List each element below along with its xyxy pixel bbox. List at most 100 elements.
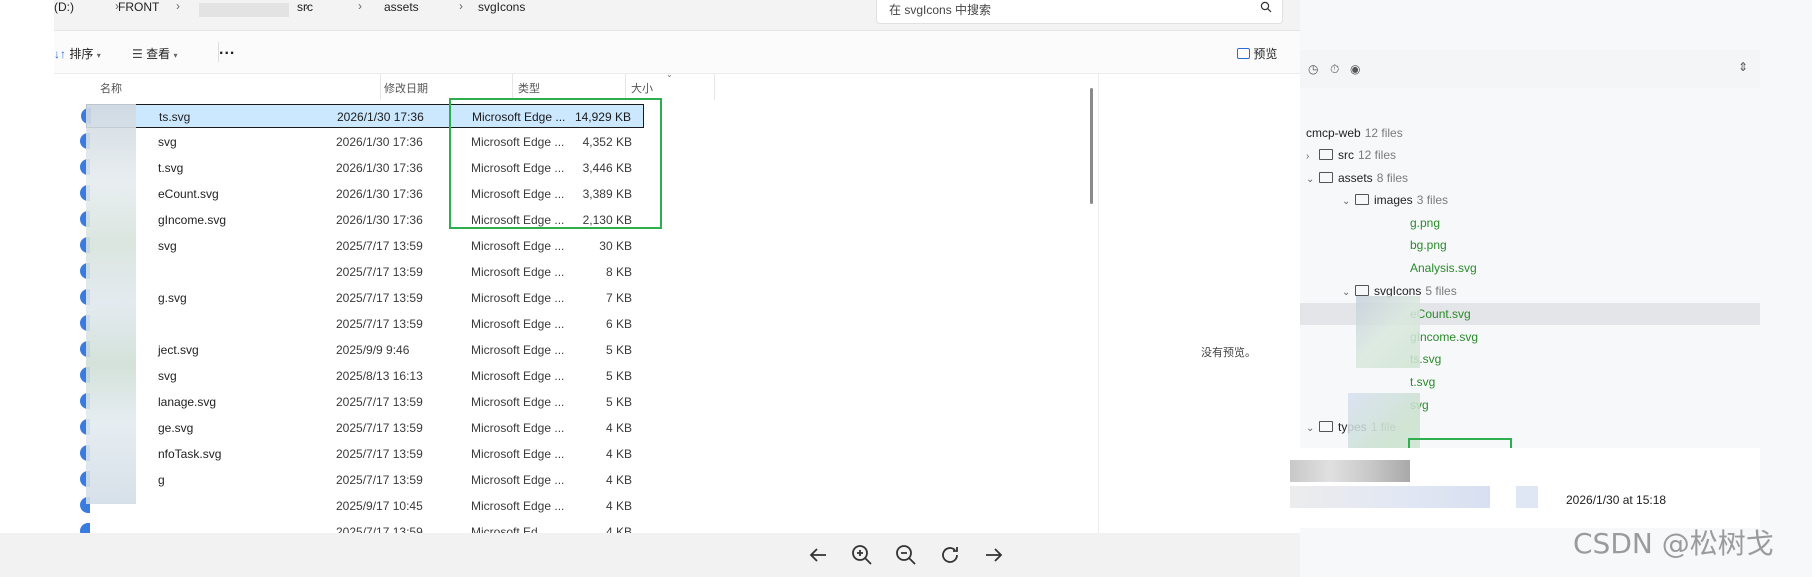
file-type: Microsoft Edge ... <box>471 291 565 305</box>
chevron-down-icon[interactable]: › <box>1306 151 1316 162</box>
column-size[interactable]: 大小 <box>631 80 653 96</box>
no-preview-text: 没有预览。 <box>1201 347 1256 359</box>
tree-folder[interactable]: ⌄ images 3 files <box>1342 193 1448 207</box>
file-row[interactable]: nfoTask.svg 2025/7/17 13:59 Microsoft Edge… <box>80 442 644 466</box>
file-row[interactable]: svg 2025/8/13 16:13 Microsoft Edge ... 5 KB <box>80 364 644 388</box>
arrow-left-icon[interactable] <box>806 543 830 567</box>
file-date: 2026/1/30 17:36 <box>336 187 423 201</box>
column-divider[interactable] <box>625 74 626 100</box>
file-name: svg <box>158 135 177 149</box>
file-name: nfoTask.svg <box>158 447 222 461</box>
file-date: 2025/7/17 13:59 <box>336 421 423 435</box>
tree-folder[interactable]: cmcp-web 12 files <box>1306 126 1403 140</box>
chevron-down-icon[interactable]: ⌄ <box>1306 423 1316 434</box>
file-name: svg <box>158 369 177 383</box>
file-name: t.svg <box>158 161 184 175</box>
tree-file[interactable]: g.png <box>1410 216 1440 230</box>
csdn-watermark: CSDN @松树戈 <box>1573 527 1774 560</box>
ide-toolbar: ◷ ⏱ ◉ ⇕ <box>1300 50 1760 89</box>
redacted-folder <box>199 3 289 17</box>
rotate-icon[interactable] <box>938 543 962 567</box>
tree-file[interactable]: Analysis.svg <box>1410 261 1477 275</box>
chevron-down-icon[interactable]: ⌄ <box>1342 196 1352 207</box>
file-row[interactable]: 2025/9/17 10:45 Microsoft Edge ... 4 KB <box>80 494 644 518</box>
file-type: Microsoft Edge ... <box>471 265 565 279</box>
chevron-down-icon: ▾ <box>96 51 101 60</box>
zoom-in-icon[interactable] <box>850 543 874 567</box>
redacted-image-names <box>1356 296 1420 368</box>
file-count: 8 files <box>1376 171 1409 185</box>
tree-folder[interactable]: ⌄ assets 8 files <box>1306 171 1408 185</box>
clock-icon[interactable]: ⏱ <box>1330 62 1339 77</box>
more-options-button[interactable]: ... <box>219 41 235 59</box>
file-count: 3 files <box>1416 193 1449 207</box>
column-divider[interactable] <box>714 74 715 100</box>
file-type: Microsoft Edge ... <box>471 447 565 461</box>
file-size: 5 KB <box>605 395 632 409</box>
preview-pane: 没有预览。 <box>1098 74 1300 533</box>
folder-icon <box>1319 421 1333 432</box>
folder-icon <box>1355 194 1369 205</box>
arrow-right-icon[interactable] <box>982 543 1006 567</box>
column-name[interactable]: 名称 <box>100 80 122 96</box>
file-size: 4 KB <box>605 421 632 435</box>
eye-icon[interactable]: ◉ <box>1350 62 1360 76</box>
vertical-scrollbar[interactable] <box>1090 88 1093 204</box>
search-icon[interactable] <box>1260 1 1272 13</box>
tree-file[interactable]: bg.png <box>1410 238 1447 252</box>
file-size: 8 KB <box>605 265 632 279</box>
file-type: Microsoft Edge ... <box>471 395 565 409</box>
view-icon: ☰ <box>132 47 143 61</box>
address-bar[interactable]: (D:) › FRONT › › src › assets › svgIcons… <box>54 0 1300 31</box>
file-explorer-window: (D:) › FRONT › › src › assets › svgIcons… <box>54 0 1300 533</box>
breadcrumb-svgicons[interactable]: svgIcons <box>478 0 525 14</box>
view-button[interactable]: ☰ 查看 ▾ <box>132 45 177 62</box>
tree-folder[interactable]: › src 12 files <box>1306 148 1396 162</box>
file-row[interactable]: lanage.svg 2025/7/17 13:59 Microsoft Edge … <box>80 390 644 414</box>
breadcrumb-assets[interactable]: assets <box>384 0 419 14</box>
file-size: 5 KB <box>605 369 632 383</box>
file-row[interactable]: 2025/7/17 13:59 Microsoft Edge ... 6 KB <box>80 312 644 336</box>
file-type: Microsoft Ed... <box>471 525 548 533</box>
file-row[interactable]: ge.svg 2025/7/17 13:59 Microsoft Edge ... 4… <box>80 416 644 440</box>
tree-label: src <box>1338 148 1354 162</box>
search-input[interactable]: 在 svgIcons 中搜索 <box>889 1 991 18</box>
file-name: g.svg <box>158 291 187 305</box>
chevron-down-icon[interactable]: ⌄ <box>1342 287 1352 298</box>
tree-label: gIncome.svg <box>1410 330 1479 344</box>
tree-file[interactable]: t.svg <box>1410 375 1435 389</box>
preview-pane-button[interactable]: 预览 <box>1237 45 1277 62</box>
sort-button[interactable]: ↓↑ 排序 ▾ <box>54 45 101 62</box>
file-size: 4 KB <box>605 473 632 487</box>
breadcrumb-src[interactable]: src <box>297 0 313 14</box>
file-row[interactable]: 2025/7/17 13:59 Microsoft Edge ... 8 KB <box>80 260 644 284</box>
file-date: 2025/7/17 13:59 <box>336 473 423 487</box>
expand-collapse-icon[interactable]: ⇕ <box>1738 60 1748 74</box>
back-icon[interactable]: ◷ <box>1308 62 1318 76</box>
file-date: 2025/9/17 10:45 <box>336 499 423 513</box>
file-date: 2026/1/30 17:36 <box>336 161 423 175</box>
file-row[interactable]: g 2025/7/17 13:59 Microsoft Edge ... 4 KB <box>80 468 644 492</box>
chevron-down-icon[interactable]: ⌄ <box>1306 174 1316 185</box>
search-box[interactable]: 在 svgIcons 中搜索 <box>876 0 1283 24</box>
zoom-out-icon[interactable] <box>894 543 918 567</box>
file-type: Microsoft Edge ... <box>471 369 565 383</box>
column-divider[interactable] <box>380 74 381 100</box>
file-date: 2026/1/30 17:36 <box>337 110 424 124</box>
file-row[interactable]: g.svg 2025/7/17 13:59 Microsoft Edge ... 7 … <box>80 286 644 310</box>
file-row[interactable]: svg 2025/7/17 13:59 Microsoft Edge ... 30 K… <box>80 234 644 258</box>
column-divider[interactable] <box>512 74 513 100</box>
file-type: Microsoft Edge ... <box>471 239 565 253</box>
file-date: 2025/7/17 13:59 <box>336 239 423 253</box>
breadcrumb-front[interactable]: FRONT <box>118 0 159 14</box>
file-row[interactable]: ject.svg 2025/9/9 9:46 Microsoft Edge ... 5… <box>80 338 644 362</box>
file-row[interactable]: 2025/7/17 13:59 Microsoft Ed... 4 KB <box>80 520 644 533</box>
tree-label: images <box>1374 193 1413 207</box>
tree-file[interactable]: gIncome.svg <box>1410 330 1478 344</box>
file-size: 30 KB <box>599 239 632 253</box>
tree-label: bg.png <box>1410 238 1447 252</box>
column-date[interactable]: 修改日期 <box>384 80 428 96</box>
breadcrumb-drive[interactable]: (D:) <box>54 0 74 14</box>
column-type[interactable]: 类型 <box>518 80 540 96</box>
file-size: 4 KB <box>605 447 632 461</box>
